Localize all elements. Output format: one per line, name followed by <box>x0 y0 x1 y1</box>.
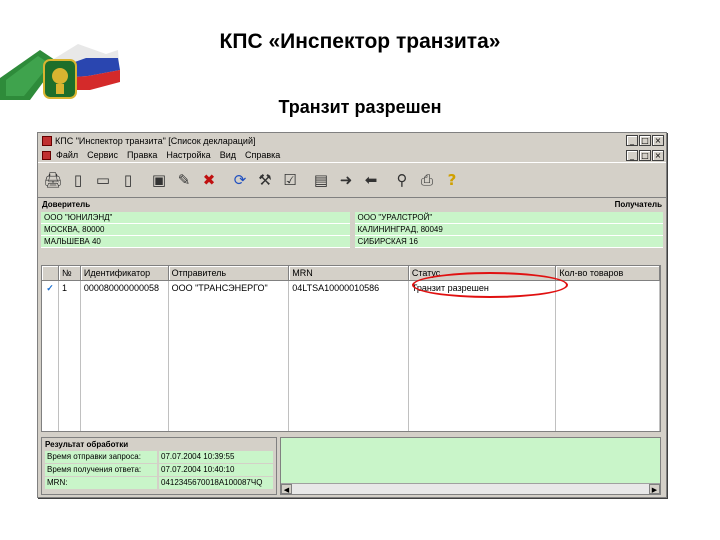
doc-minimize-button[interactable]: _ <box>626 149 638 161</box>
close-button[interactable]: × <box>652 135 664 146</box>
refresh-icon[interactable]: ⟳ <box>229 168 251 192</box>
print-icon[interactable]: 🖨 <box>42 168 64 192</box>
delete-icon[interactable]: ✖ <box>198 168 220 192</box>
recipient-label: Получатель <box>614 200 662 209</box>
header-id[interactable]: Идентификатор <box>80 266 169 281</box>
menu-edit[interactable]: Правка <box>127 150 157 160</box>
open-folder-icon[interactable]: ▭ <box>92 168 114 192</box>
header-select[interactable] <box>42 266 59 281</box>
edit-icon[interactable]: ✎ <box>173 168 195 192</box>
row-check-icon[interactable]: ✓ <box>42 281 59 296</box>
printer-icon[interactable]: ⎙ <box>416 168 438 192</box>
principal-name: ООО "ЮНИЛЭНД" <box>41 212 350 224</box>
book-icon[interactable]: ▤ <box>310 168 332 192</box>
principal-city: МОСКВА, 80000 <box>41 224 350 236</box>
header-qty[interactable]: Кол-во товаров <box>556 266 660 281</box>
row-id: 000080000000058 <box>81 281 169 296</box>
header-mrn[interactable]: MRN <box>289 266 409 281</box>
doc-maximize-button[interactable]: □ <box>639 149 651 161</box>
mrn-label: MRN: <box>45 477 157 489</box>
result-title: Результат обработки <box>45 440 129 449</box>
recipient-address: СИБИРСКАЯ 16 <box>354 236 663 248</box>
message-panel: ◀ ▶ <box>280 437 661 495</box>
slide-subtitle: Транзит разрешен <box>278 97 442 117</box>
recipient-city: КАЛИНИНГРАД, 80049 <box>354 224 663 236</box>
app-window: КПС "Инспектор транзита" [Список деклара… <box>37 132 667 498</box>
principal-label: Доверитель <box>42 200 91 209</box>
doc-close-button[interactable]: × <box>652 149 664 161</box>
back-icon[interactable]: ⬅ <box>360 168 382 192</box>
horizontal-scrollbar[interactable]: ◀ ▶ <box>281 483 660 494</box>
tools-icon[interactable]: ⚒ <box>254 168 276 192</box>
menu-service[interactable]: Сервис <box>87 150 118 160</box>
parties-panel: ООО "ЮНИЛЭНД" МОСКВА, 80000 МАЛЬШЕВА 40 … <box>41 212 663 248</box>
menu-settings[interactable]: Настройка <box>166 150 210 160</box>
request-time-label: Время отправки запроса: <box>45 451 157 463</box>
forward-icon[interactable]: ➜ <box>335 168 357 192</box>
menu-view[interactable]: Вид <box>220 150 236 160</box>
menu-file[interactable]: Файл <box>56 150 78 160</box>
doc-icon[interactable]: ▯ <box>117 168 139 192</box>
scroll-left-icon[interactable]: ◀ <box>281 484 292 494</box>
minimize-button[interactable]: _ <box>626 135 638 146</box>
request-time-value: 07.07.2004 10:39:55 <box>157 451 273 463</box>
row-sender: ООО "ТРАНСЭНЕРГО" <box>169 281 290 296</box>
app-icon[interactable] <box>42 135 52 146</box>
menu-bar: Файл Сервис Правка Настройка Вид Справка… <box>38 148 666 162</box>
check-list-icon[interactable]: ☑ <box>279 168 301 192</box>
principal-address: МАЛЬШЕВА 40 <box>41 236 350 248</box>
mrn-value: 0412345670018А100087ЧQ <box>157 477 273 489</box>
search-icon[interactable]: ⚲ <box>391 168 413 192</box>
table-empty-area <box>42 296 660 431</box>
result-section: Результат обработки Время отправки запро… <box>41 437 661 495</box>
row-qty <box>556 281 660 296</box>
toolbar: 🖨 ▯ ▭ ▯ ▣ ✎ ✖ ⟳ ⚒ ☑ ▤ ➜ ⬅ ⚲ ⎙ ? <box>38 162 666 198</box>
save-icon[interactable]: ▣ <box>148 168 170 192</box>
header-number[interactable]: № <box>58 266 81 281</box>
response-time-value: 07.07.2004 10:40:10 <box>157 464 273 476</box>
result-panel: Результат обработки Время отправки запро… <box>41 437 277 495</box>
row-mrn: 04LTSA10000010586 <box>289 281 409 296</box>
menu-help[interactable]: Справка <box>245 150 280 160</box>
maximize-button[interactable]: □ <box>639 135 651 146</box>
response-time-label: Время получения ответа: <box>45 464 157 476</box>
row-number: 1 <box>59 281 81 296</box>
header-sender[interactable]: Отправитель <box>168 266 290 281</box>
declarations-table: № Идентификатор Отправитель MRN Статус К… <box>41 265 661 432</box>
new-doc-icon[interactable]: ▯ <box>67 168 89 192</box>
scroll-right-icon[interactable]: ▶ <box>649 484 660 494</box>
status-highlight-ellipse <box>412 272 568 298</box>
table-header: № Идентификатор Отправитель MRN Статус К… <box>42 266 660 281</box>
help-icon[interactable]: ? <box>441 168 463 192</box>
window-titlebar[interactable]: КПС "Инспектор транзита" [Список деклара… <box>38 133 666 148</box>
window-title: КПС "Инспектор транзита" [Список деклара… <box>55 135 256 146</box>
slide-title: КПС «Инспектор транзита» <box>219 30 501 53</box>
document-icon[interactable] <box>42 150 51 160</box>
recipient-name: ООО "УРАЛСТРОЙ" <box>354 212 663 224</box>
